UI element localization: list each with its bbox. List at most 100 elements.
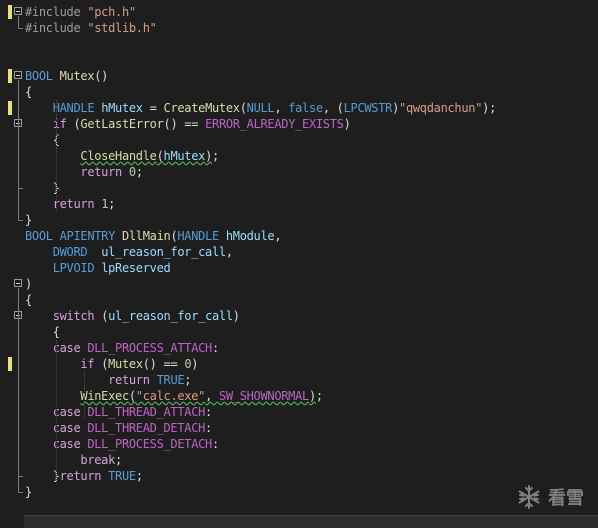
code-token: (	[156, 149, 164, 163]
outline-bar	[18, 128, 19, 188]
code-text: }return TRUE;	[25, 468, 143, 484]
code-line[interactable]: BOOL APIENTRY DllMain(HANDLE hModule,	[0, 228, 598, 244]
code-line[interactable]: case DLL_PROCESS_DETACH:	[0, 436, 598, 452]
code-token: CreateMutex	[163, 101, 240, 115]
code-line[interactable]: case DLL_THREAD_DETACH:	[0, 420, 598, 436]
code-text: return 0;	[25, 164, 143, 180]
code-line[interactable]: #include "stdlib.h"	[0, 20, 598, 36]
code-token: {	[25, 325, 60, 339]
code-line[interactable]: return 1;	[0, 196, 598, 212]
code-text: case DLL_THREAD_DETACH:	[25, 420, 213, 436]
horizontal-scrollbar[interactable]	[24, 515, 598, 528]
code-line[interactable]: )	[0, 276, 598, 292]
code-line[interactable]: CloseHandle(hMutex);	[0, 148, 598, 164]
code-text: }	[25, 212, 32, 228]
code-token: "stdlib.h"	[87, 21, 157, 35]
code-token: )	[343, 117, 351, 131]
outline-bar	[18, 16, 19, 28]
code-token: HANDLE	[177, 229, 226, 243]
code-line[interactable]: break;	[0, 452, 598, 468]
code-token: switch	[52, 309, 102, 323]
outline-bar	[18, 320, 19, 476]
code-token: }	[25, 469, 60, 483]
code-line[interactable]: }	[0, 212, 598, 228]
indent-guide	[84, 388, 85, 420]
code-line[interactable]: case DLL_THREAD_ATTACH:	[0, 404, 598, 420]
watermark-text: 看雪	[548, 488, 584, 509]
code-token: {	[25, 85, 32, 99]
code-line[interactable]: if (Mutex() == 0)	[0, 356, 598, 372]
code-token: )	[308, 389, 316, 403]
outline-end	[18, 492, 23, 493]
code-text: if (Mutex() == 0)	[25, 356, 198, 372]
code-line[interactable]: return 0;	[0, 164, 598, 180]
code-line[interactable]: {	[0, 84, 598, 100]
code-line[interactable]: HANDLE hMutex = CreateMutex(NULL, false,…	[0, 100, 598, 116]
code-token: false	[288, 101, 323, 115]
code-line[interactable]	[0, 52, 598, 68]
code-token: break	[80, 453, 116, 467]
code-line[interactable]: {	[0, 132, 598, 148]
code-token: }	[25, 213, 32, 227]
change-marker	[8, 357, 12, 371]
code-token: () ==	[163, 117, 206, 131]
code-line[interactable]: WinExec("calc.exe", SW_SHOWNORMAL);	[0, 388, 598, 404]
code-token: APIENTRY	[59, 229, 122, 243]
code-line[interactable]	[0, 36, 598, 52]
code-token: :	[205, 405, 212, 419]
code-text: BOOL Mutex()	[25, 68, 108, 84]
code-token: ;	[315, 389, 323, 403]
indent-guide	[56, 148, 57, 180]
code-line[interactable]: return TRUE;	[0, 372, 598, 388]
code-token: )	[205, 149, 213, 163]
code-line[interactable]: LPVOID lpReserved	[0, 260, 598, 276]
code-line[interactable]: {	[0, 292, 598, 308]
code-text: case DLL_PROCESS_DETACH:	[25, 436, 220, 452]
code-line[interactable]: if (GetLastError() == ERROR_ALREADY_EXIS…	[0, 116, 598, 132]
code-line[interactable]: {	[0, 324, 598, 340]
code-token: Mutex	[59, 69, 95, 83]
code-token: (	[128, 389, 136, 403]
collapse-icon[interactable]	[14, 71, 22, 79]
code-token: ,	[274, 229, 282, 243]
code-line[interactable]: }	[0, 484, 598, 500]
code-line[interactable]: case DLL_PROCESS_ATTACH:	[0, 340, 598, 356]
code-token: :	[211, 437, 219, 451]
code-editor[interactable]: #include "pch.h" #include "stdlib.h" BOOL …	[0, 0, 598, 512]
code-line[interactable]: }return TRUE;	[0, 468, 598, 484]
code-token: ,	[205, 389, 219, 403]
code-token: ul_reason_for_call	[101, 245, 226, 259]
code-token: #include	[25, 5, 88, 19]
code-token: DLL_PROCESS_ATTACH	[87, 341, 212, 355]
code-line[interactable]: #include "pch.h"	[0, 4, 598, 20]
code-line[interactable]: BOOL Mutex()	[0, 68, 598, 84]
code-text: if (GetLastError() == ERROR_ALREADY_EXIS…	[25, 116, 351, 132]
code-text: return 1;	[25, 196, 116, 212]
code-token: DWORD	[52, 245, 102, 259]
change-marker	[8, 101, 12, 115]
code-token: hMutex	[101, 101, 143, 115]
code-token: ;	[135, 165, 143, 179]
code-line[interactable]: }	[0, 180, 598, 196]
code-token: return	[52, 197, 102, 211]
code-token: DLL_PROCESS_DETACH	[87, 437, 212, 451]
code-token: =	[142, 101, 164, 115]
code-token: )	[392, 101, 400, 115]
collapse-icon[interactable]	[14, 279, 22, 287]
code-text: #include "pch.h"	[25, 4, 136, 20]
code-text: )	[25, 276, 32, 292]
collapse-icon[interactable]	[14, 7, 22, 15]
watermark: 看雪	[516, 484, 584, 510]
code-token: TRUE	[108, 469, 136, 483]
code-token: CloseHandle	[80, 149, 157, 163]
change-marker	[8, 5, 12, 19]
code-line[interactable]: switch (ul_reason_for_call)	[0, 308, 598, 324]
code-token: ,	[274, 101, 289, 115]
code-line[interactable]: DWORD ul_reason_for_call,	[0, 244, 598, 260]
